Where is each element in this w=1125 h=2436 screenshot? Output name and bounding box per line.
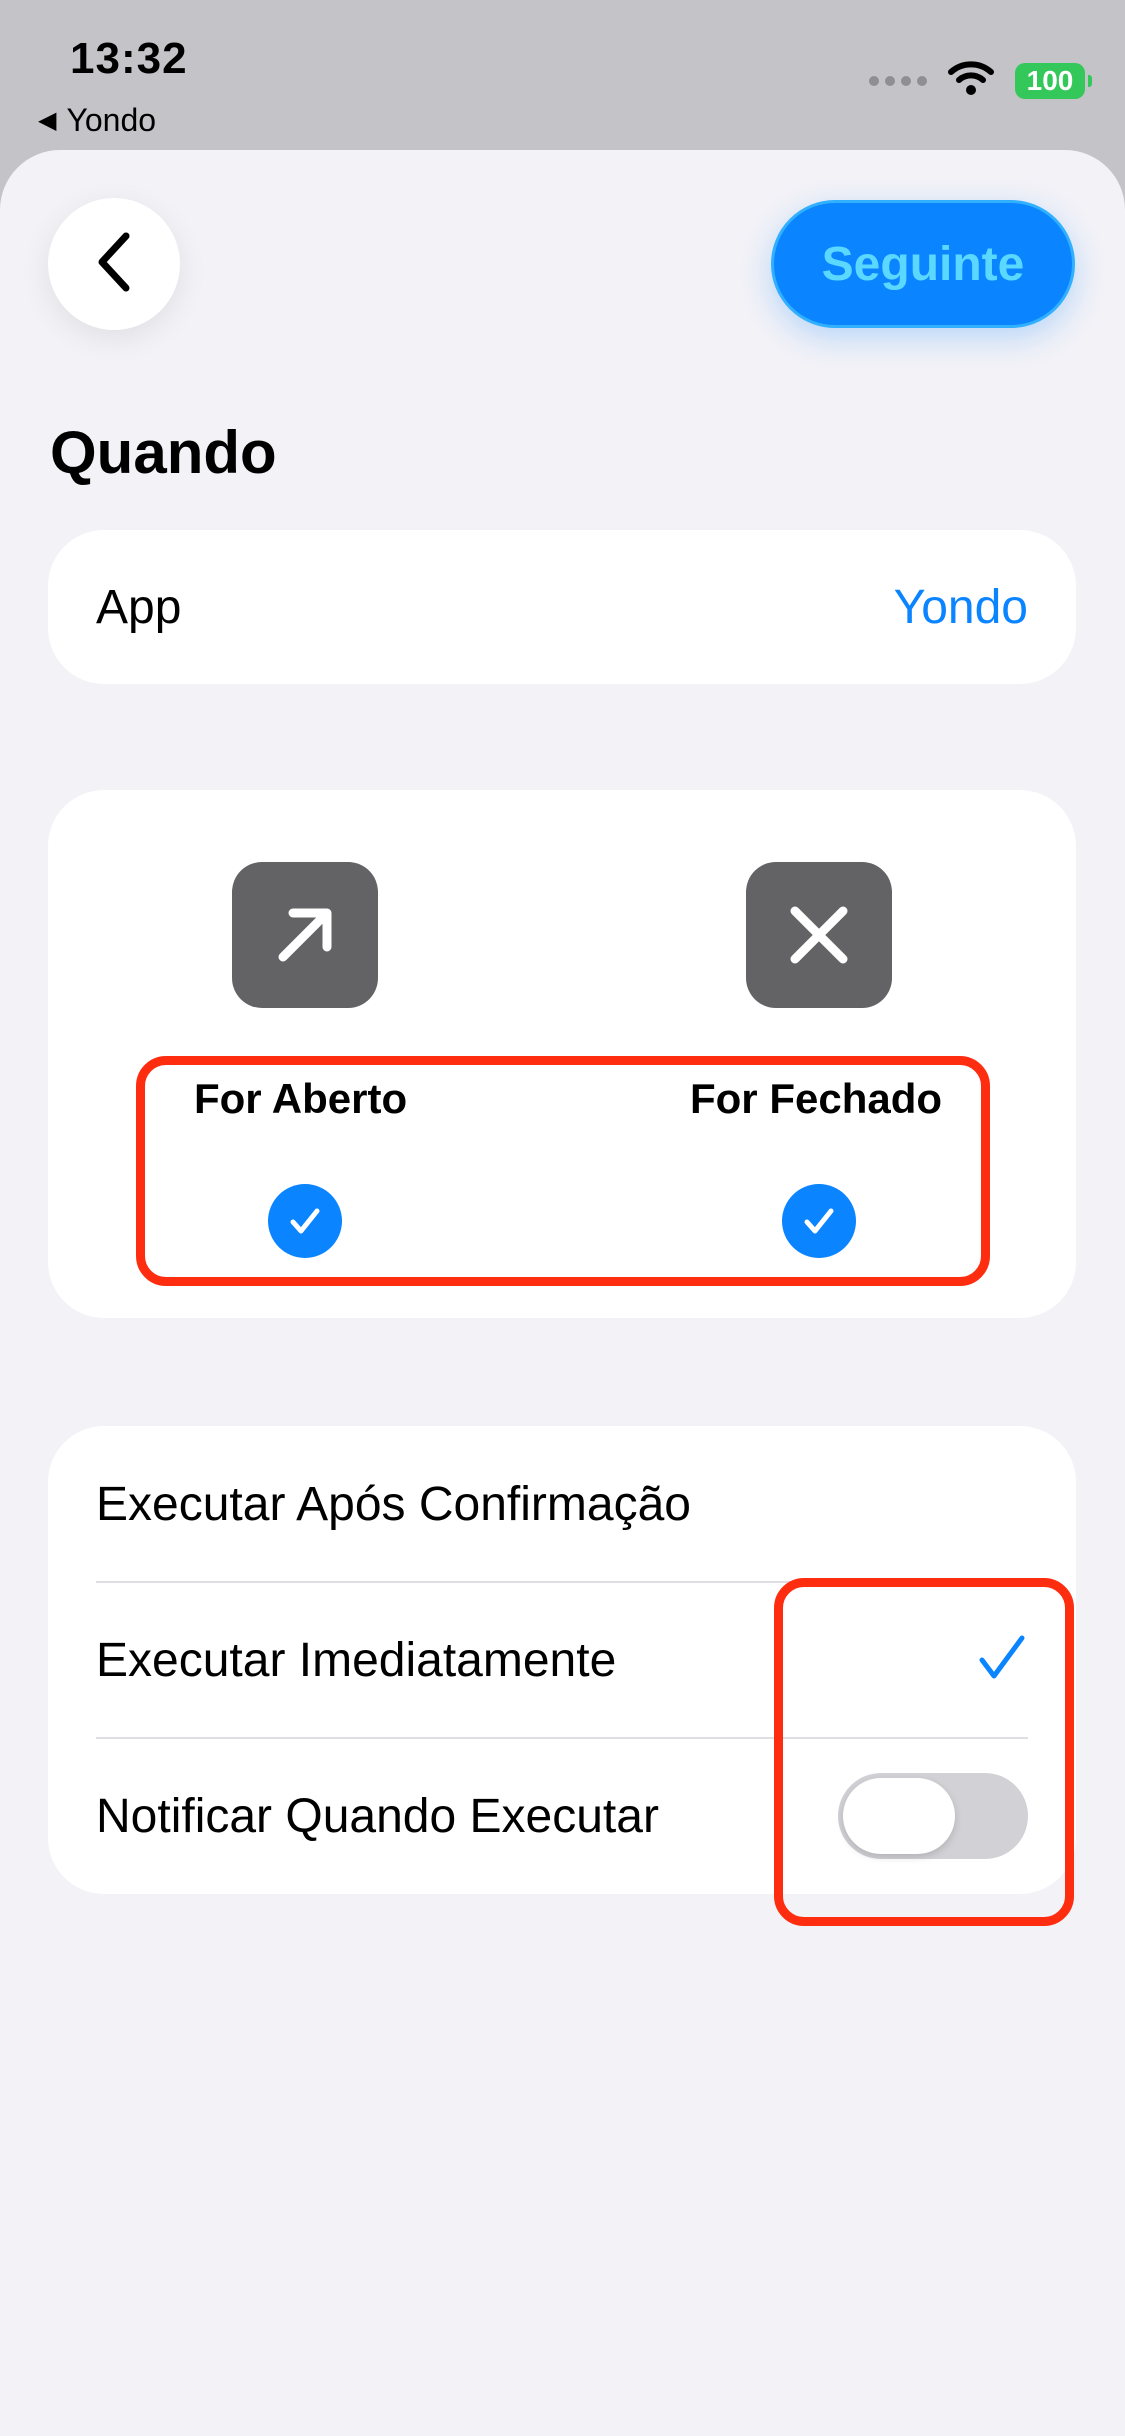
checkmark-icon [976, 1632, 1028, 1689]
option-after-confirmation-label: Executar Após Confirmação [96, 1477, 691, 1531]
event-opened-label: For Aberto [194, 1075, 408, 1122]
arrow-up-right-icon [232, 862, 378, 1008]
next-button[interactable]: Seguinte [771, 200, 1075, 328]
status-time: 13:32 [70, 34, 188, 83]
status-indicators: 100 [869, 60, 1092, 101]
back-button[interactable] [48, 198, 180, 330]
option-notify-label: Notificar Quando Executar [96, 1789, 659, 1843]
toggle-knob [843, 1778, 955, 1854]
cellular-signal-icon [869, 75, 927, 86]
event-opened-checkbox[interactable] [268, 1184, 342, 1258]
checkmark-icon [290, 1208, 320, 1234]
option-notify: Notificar Quando Executar [96, 1738, 1028, 1894]
sheet: Seguinte Quando App Yondo For Aberto For… [0, 150, 1125, 2436]
option-after-confirmation[interactable]: Executar Após Confirmação [96, 1426, 1028, 1582]
event-closed-label: For Fechado [690, 1075, 943, 1122]
close-icon [746, 862, 892, 1008]
page-title: Quando [50, 419, 277, 486]
option-immediately-label: Executar Imediatamente [96, 1633, 617, 1687]
wifi-icon [947, 60, 995, 101]
notify-toggle[interactable] [838, 1773, 1028, 1859]
checkmark-icon [804, 1208, 834, 1234]
execution-options-card: Executar Após Confirmação Executar Imedi… [48, 1426, 1076, 1894]
back-to-app-link[interactable]: ◀ Yondo [38, 102, 156, 139]
back-app-label: Yondo [66, 102, 157, 138]
event-closed-checkbox[interactable] [782, 1184, 856, 1258]
chevron-left-icon [92, 230, 136, 299]
app-row[interactable]: App Yondo [48, 530, 1076, 684]
back-triangle-icon: ◀ [38, 107, 57, 134]
battery-icon: 100 [1015, 62, 1092, 99]
trigger-events-card: For Aberto For Fechado [48, 790, 1076, 1318]
app-row-label: App [96, 580, 182, 634]
app-row-value: Yondo [893, 580, 1028, 634]
option-immediately[interactable]: Executar Imediatamente [96, 1582, 1028, 1738]
